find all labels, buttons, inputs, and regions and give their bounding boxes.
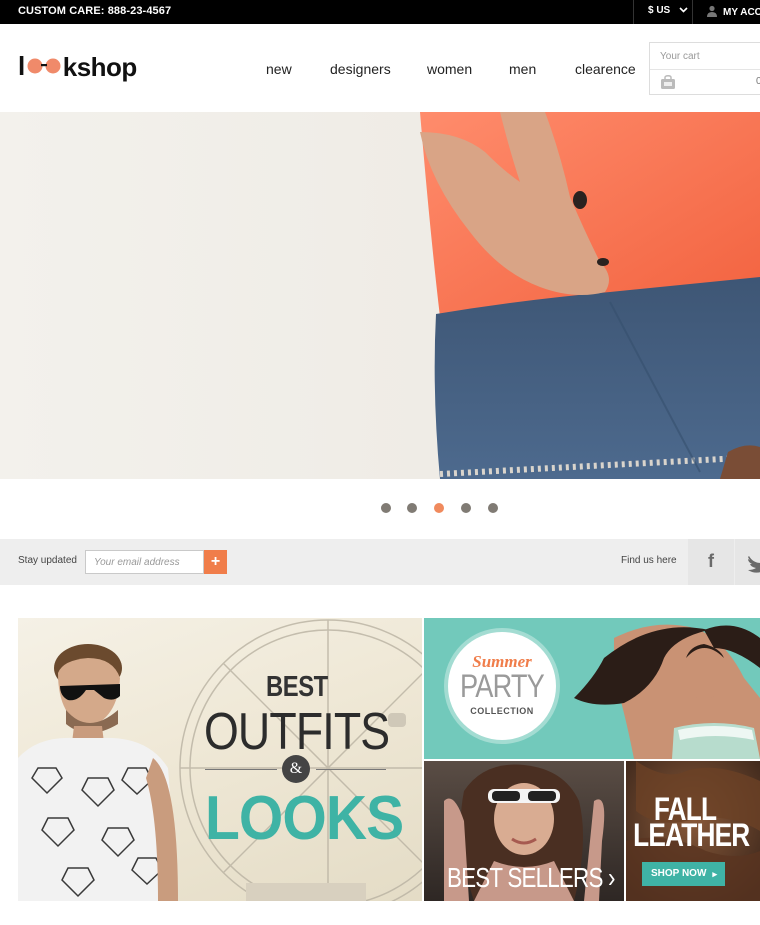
- divider: [316, 769, 386, 770]
- slider-dot-4[interactable]: [461, 503, 471, 513]
- nav-designers[interactable]: designers: [330, 61, 391, 77]
- logo-text-left: l: [18, 51, 25, 81]
- summer-badge-line2: PARTY: [460, 668, 545, 704]
- nav-clearence[interactable]: clearence: [575, 61, 636, 77]
- facebook-icon[interactable]: f: [688, 539, 734, 585]
- currency-selector[interactable]: $ US: [648, 5, 688, 16]
- cart-label: Your cart: [660, 51, 700, 62]
- summer-badge-line3: COLLECTION: [470, 706, 534, 716]
- logo-text-right: kshop: [62, 52, 138, 82]
- find-us-label: Find us here: [621, 555, 677, 566]
- promo-outfits-amp: &: [282, 755, 310, 783]
- my-account-link[interactable]: MY ACC: [706, 5, 760, 18]
- slider-dot-1[interactable]: [381, 503, 391, 513]
- divider: [692, 0, 693, 24]
- best-sellers-link[interactable]: BEST SELLERS ›: [447, 862, 616, 894]
- user-icon: [706, 5, 718, 17]
- divider: [650, 69, 760, 70]
- glasses-logo-icon: [26, 51, 62, 74]
- twitter-icon[interactable]: [735, 539, 760, 585]
- customer-care-text: CUSTOM CARE: 888-23-4567: [18, 5, 172, 17]
- site-header: l kshop new designers women men clearenc…: [0, 24, 760, 112]
- cart-bag-icon: [660, 75, 676, 89]
- slider-pagination: [0, 503, 760, 515]
- divider: [633, 0, 634, 24]
- shop-now-label: SHOP NOW: [651, 868, 707, 879]
- site-logo[interactable]: l kshop: [18, 51, 138, 82]
- slider-dot-2[interactable]: [407, 503, 417, 513]
- divider: [205, 769, 277, 770]
- my-account-label: MY ACC: [723, 7, 760, 18]
- promo-outfits-line1: BEST: [266, 671, 328, 703]
- fall-leather-line2: LEATHER: [633, 817, 750, 853]
- email-input[interactable]: [85, 550, 204, 574]
- subscribe-button[interactable]: +: [204, 550, 227, 574]
- hero-slider-image: [0, 112, 760, 479]
- best-sellers-label: BEST SELLERS: [447, 862, 603, 893]
- cart-widget[interactable]: Your cart 0: [649, 42, 760, 95]
- chevron-down-icon: [679, 5, 688, 15]
- stay-updated-label: Stay updated: [18, 555, 77, 566]
- slider-dot-5[interactable]: [488, 503, 498, 513]
- hero-photo: [0, 112, 760, 479]
- promo-outfits-line2: OUTFITS: [204, 703, 390, 761]
- newsletter-bar: Stay updated + Find us here f: [0, 539, 760, 585]
- nav-new[interactable]: new: [266, 61, 292, 77]
- shop-now-button[interactable]: SHOP NOW ▸: [642, 862, 725, 886]
- top-bar: CUSTOM CARE: 888-23-4567 $ US MY ACC: [0, 0, 760, 24]
- nav-women[interactable]: women: [427, 61, 472, 77]
- cart-count: 0: [756, 76, 760, 87]
- slider-dot-3-active[interactable]: [434, 503, 444, 513]
- currency-label: $ US: [648, 5, 671, 16]
- nav-men[interactable]: men: [509, 61, 536, 77]
- play-arrow-icon: ▸: [712, 869, 717, 879]
- promo-outfits-line3: LOOKS: [205, 784, 404, 853]
- chevron-right-icon: ›: [608, 862, 615, 893]
